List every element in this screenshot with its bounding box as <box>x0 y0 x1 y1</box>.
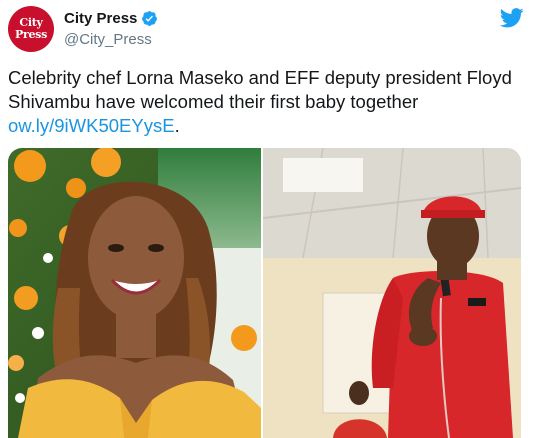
tweet-link[interactable]: ow.ly/9iWK50EYysE <box>8 115 175 136</box>
twitter-bird-icon[interactable] <box>500 8 524 28</box>
avatar[interactable]: City Press <box>8 6 54 52</box>
photo-woman-yellow-dress-image <box>8 148 261 438</box>
photo-man-red-cap-microphone-image <box>263 148 521 438</box>
verified-badge-icon <box>142 11 158 26</box>
tweet-media[interactable] <box>8 148 521 438</box>
tweet-text-end: . <box>174 115 180 136</box>
display-name[interactable]: City Press <box>64 10 137 27</box>
tweet-text-body: Celebrity chef Lorna Maseko and EFF depu… <box>8 67 512 112</box>
handle[interactable]: @City_Press <box>64 31 152 48</box>
tweet-header: City Press City Press @City_Press <box>8 6 526 52</box>
photo-woman-yellow-dress[interactable] <box>8 148 261 438</box>
tweet-text: Celebrity chef Lorna Maseko and EFF depu… <box>8 66 524 138</box>
avatar-line2: Press <box>15 28 47 41</box>
name-row: City Press <box>64 10 158 27</box>
photo-man-red-cap-microphone[interactable] <box>263 148 521 438</box>
